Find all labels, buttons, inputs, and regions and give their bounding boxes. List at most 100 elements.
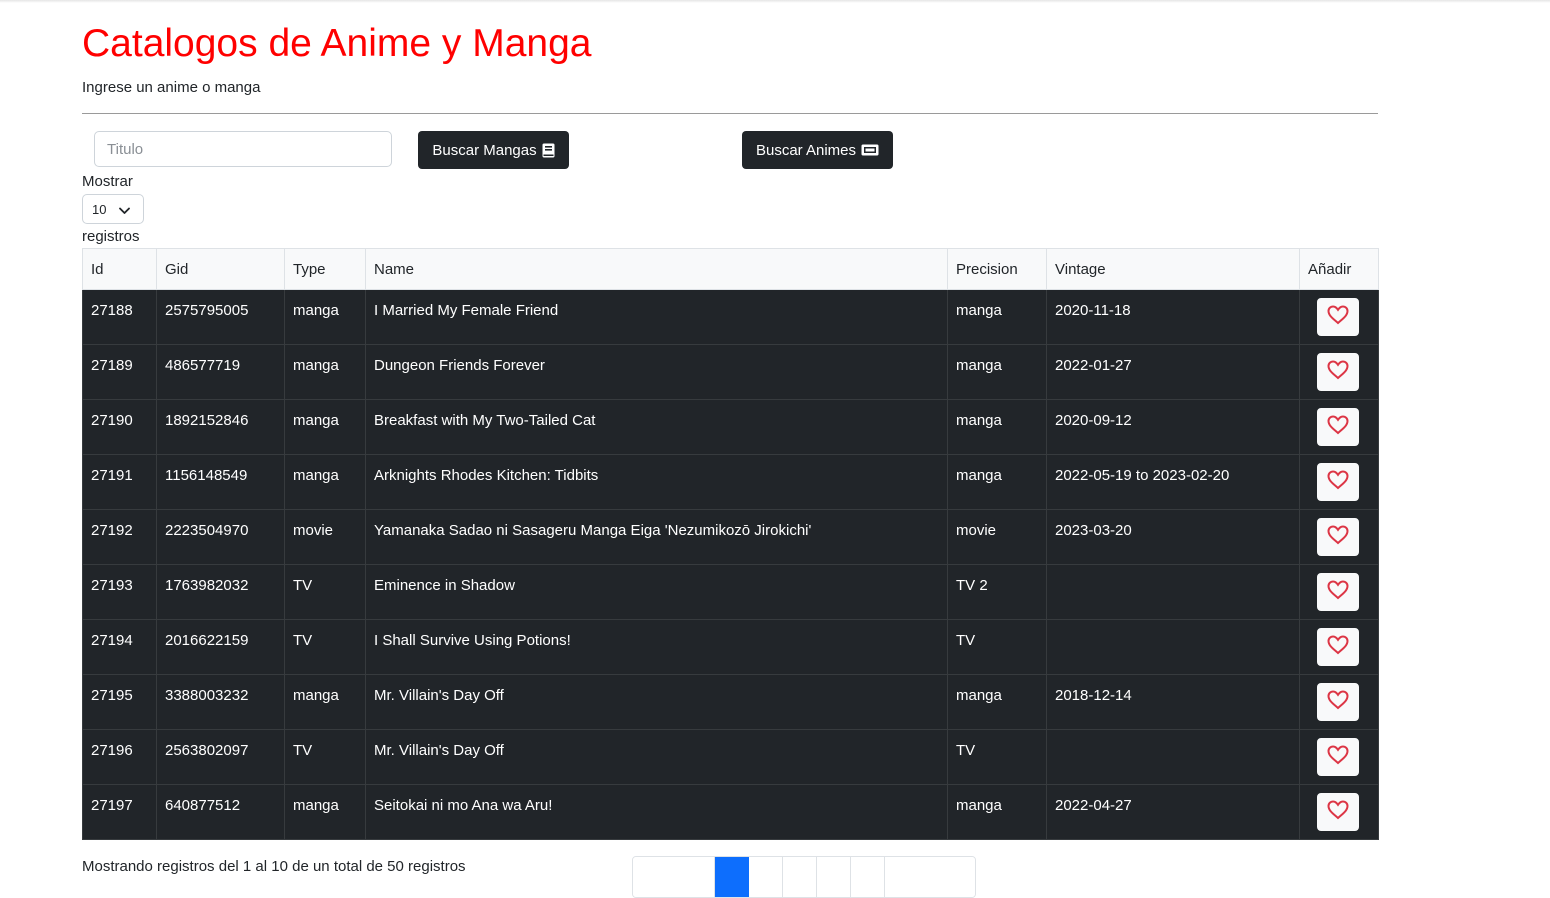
add-favorite-button[interactable]	[1317, 573, 1359, 611]
cell-add	[1299, 729, 1379, 785]
table-row: 27196 2563802097 TV Mr. Villain's Day Of…	[82, 729, 1379, 785]
add-favorite-button[interactable]	[1317, 738, 1359, 776]
cell-id: 27196	[82, 729, 157, 785]
pagination-page[interactable]	[851, 857, 885, 897]
search-input[interactable]	[94, 131, 392, 167]
cell-gid: 2575795005	[156, 289, 285, 345]
cell-name: Breakfast with My Two-Tailed Cat	[365, 399, 948, 455]
table-row: 27195 3388003232 manga Mr. Villain's Day…	[82, 674, 1379, 730]
table-row: 27193 1763982032 TV Eminence in Shadow T…	[82, 564, 1379, 620]
cell-gid: 1763982032	[156, 564, 285, 620]
cell-gid: 1156148549	[156, 454, 285, 510]
cell-add	[1299, 289, 1379, 345]
cell-type: manga	[284, 289, 366, 345]
heart-icon	[1327, 415, 1349, 439]
cell-gid: 640877512	[156, 784, 285, 840]
search-animes-button[interactable]: Buscar Animes	[742, 131, 893, 169]
pagination-page[interactable]	[783, 857, 817, 897]
cell-name: Arknights Rhodes Kitchen: Tidbits	[365, 454, 948, 510]
cell-name: Seitokai ni mo Ana wa Aru!	[365, 784, 948, 840]
column-header-name[interactable]: Name	[365, 248, 948, 290]
heart-icon	[1327, 800, 1349, 824]
column-header-id[interactable]: Id	[82, 248, 157, 290]
cell-vintage: 2022-04-27	[1046, 784, 1300, 840]
heart-icon	[1327, 580, 1349, 604]
cell-vintage: 2023-03-20	[1046, 509, 1300, 565]
cell-vintage: 2020-09-12	[1046, 399, 1300, 455]
heart-icon	[1327, 635, 1349, 659]
cell-add	[1299, 344, 1379, 400]
cell-vintage	[1046, 564, 1300, 620]
column-header-add: Añadir	[1299, 248, 1379, 290]
pagination-page[interactable]	[817, 857, 851, 897]
cell-type: manga	[284, 674, 366, 730]
cell-add	[1299, 784, 1379, 840]
page-size-label-after: registros	[82, 228, 140, 245]
chevron-down-icon	[119, 203, 130, 218]
cell-type: manga	[284, 344, 366, 400]
cell-vintage: 2022-05-19 to 2023-02-20	[1046, 454, 1300, 510]
cell-precision: TV 2	[947, 564, 1047, 620]
cell-type: manga	[284, 399, 366, 455]
column-header-vintage[interactable]: Vintage	[1046, 248, 1300, 290]
column-header-gid[interactable]: Gid	[156, 248, 285, 290]
column-header-type[interactable]: Type	[284, 248, 366, 290]
cell-add	[1299, 454, 1379, 510]
add-favorite-button[interactable]	[1317, 628, 1359, 666]
table-row: 27194 2016622159 TV I Shall Survive Usin…	[82, 619, 1379, 675]
cell-name: Dungeon Friends Forever	[365, 344, 948, 400]
cell-type: manga	[284, 784, 366, 840]
pagination-previous[interactable]	[633, 857, 715, 897]
cell-name: Yamanaka Sadao ni Sasageru Manga Eiga 'N…	[365, 509, 948, 565]
page-title: Catalogos de Anime y Manga	[82, 22, 592, 65]
table-row: 27192 2223504970 movie Yamanaka Sadao ni…	[82, 509, 1379, 565]
add-favorite-button[interactable]	[1317, 408, 1359, 446]
cell-vintage: 2020-11-18	[1046, 289, 1300, 345]
cell-id: 27193	[82, 564, 157, 620]
cell-name: Mr. Villain's Day Off	[365, 674, 948, 730]
cell-name: I Married My Female Friend	[365, 289, 948, 345]
cell-gid: 2016622159	[156, 619, 285, 675]
page-size-value: 10	[92, 201, 107, 217]
column-header-precision[interactable]: Precision	[947, 248, 1047, 290]
pagination-page[interactable]	[749, 857, 783, 897]
cell-gid: 3388003232	[156, 674, 285, 730]
cell-add	[1299, 399, 1379, 455]
cell-id: 27190	[82, 399, 157, 455]
table-row: 27197 640877512 manga Seitokai ni mo Ana…	[82, 784, 1379, 840]
cell-type: manga	[284, 454, 366, 510]
heart-icon	[1327, 360, 1349, 384]
cell-vintage: 2022-01-27	[1046, 344, 1300, 400]
pagination-page-active[interactable]	[715, 857, 749, 897]
table-row: 27188 2575795005 manga I Married My Fema…	[82, 289, 1379, 345]
search-mangas-button[interactable]: Buscar Mangas	[418, 131, 569, 169]
cell-gid: 2563802097	[156, 729, 285, 785]
table-row: 27189 486577719 manga Dungeon Friends Fo…	[82, 344, 1379, 400]
heart-icon	[1327, 470, 1349, 494]
cell-gid: 1892152846	[156, 399, 285, 455]
cell-id: 27192	[82, 509, 157, 565]
heart-icon	[1327, 690, 1349, 714]
add-favorite-button[interactable]	[1317, 353, 1359, 391]
browser-top-shade	[0, 0, 1550, 3]
pagination	[632, 856, 976, 898]
cell-gid: 2223504970	[156, 509, 285, 565]
add-favorite-button[interactable]	[1317, 683, 1359, 721]
cell-type: TV	[284, 729, 366, 785]
add-favorite-button[interactable]	[1317, 298, 1359, 336]
pagination-next[interactable]	[885, 857, 975, 897]
add-favorite-button[interactable]	[1317, 518, 1359, 556]
add-favorite-button[interactable]	[1317, 463, 1359, 501]
cell-add	[1299, 674, 1379, 730]
cell-name: Mr. Villain's Day Off	[365, 729, 948, 785]
add-favorite-button[interactable]	[1317, 793, 1359, 831]
cell-name: Eminence in Shadow	[365, 564, 948, 620]
cell-add	[1299, 619, 1379, 675]
search-mangas-label: Buscar Mangas	[432, 141, 537, 159]
cell-precision: manga	[947, 289, 1047, 345]
cell-type: TV	[284, 619, 366, 675]
results-table: Id Gid Type Name Precision Vintage Añadi…	[82, 248, 1379, 840]
table-header-row: Id Gid Type Name Precision Vintage Añadi…	[82, 248, 1379, 290]
cell-precision: TV	[947, 729, 1047, 785]
page-size-select[interactable]: 10	[82, 194, 144, 224]
